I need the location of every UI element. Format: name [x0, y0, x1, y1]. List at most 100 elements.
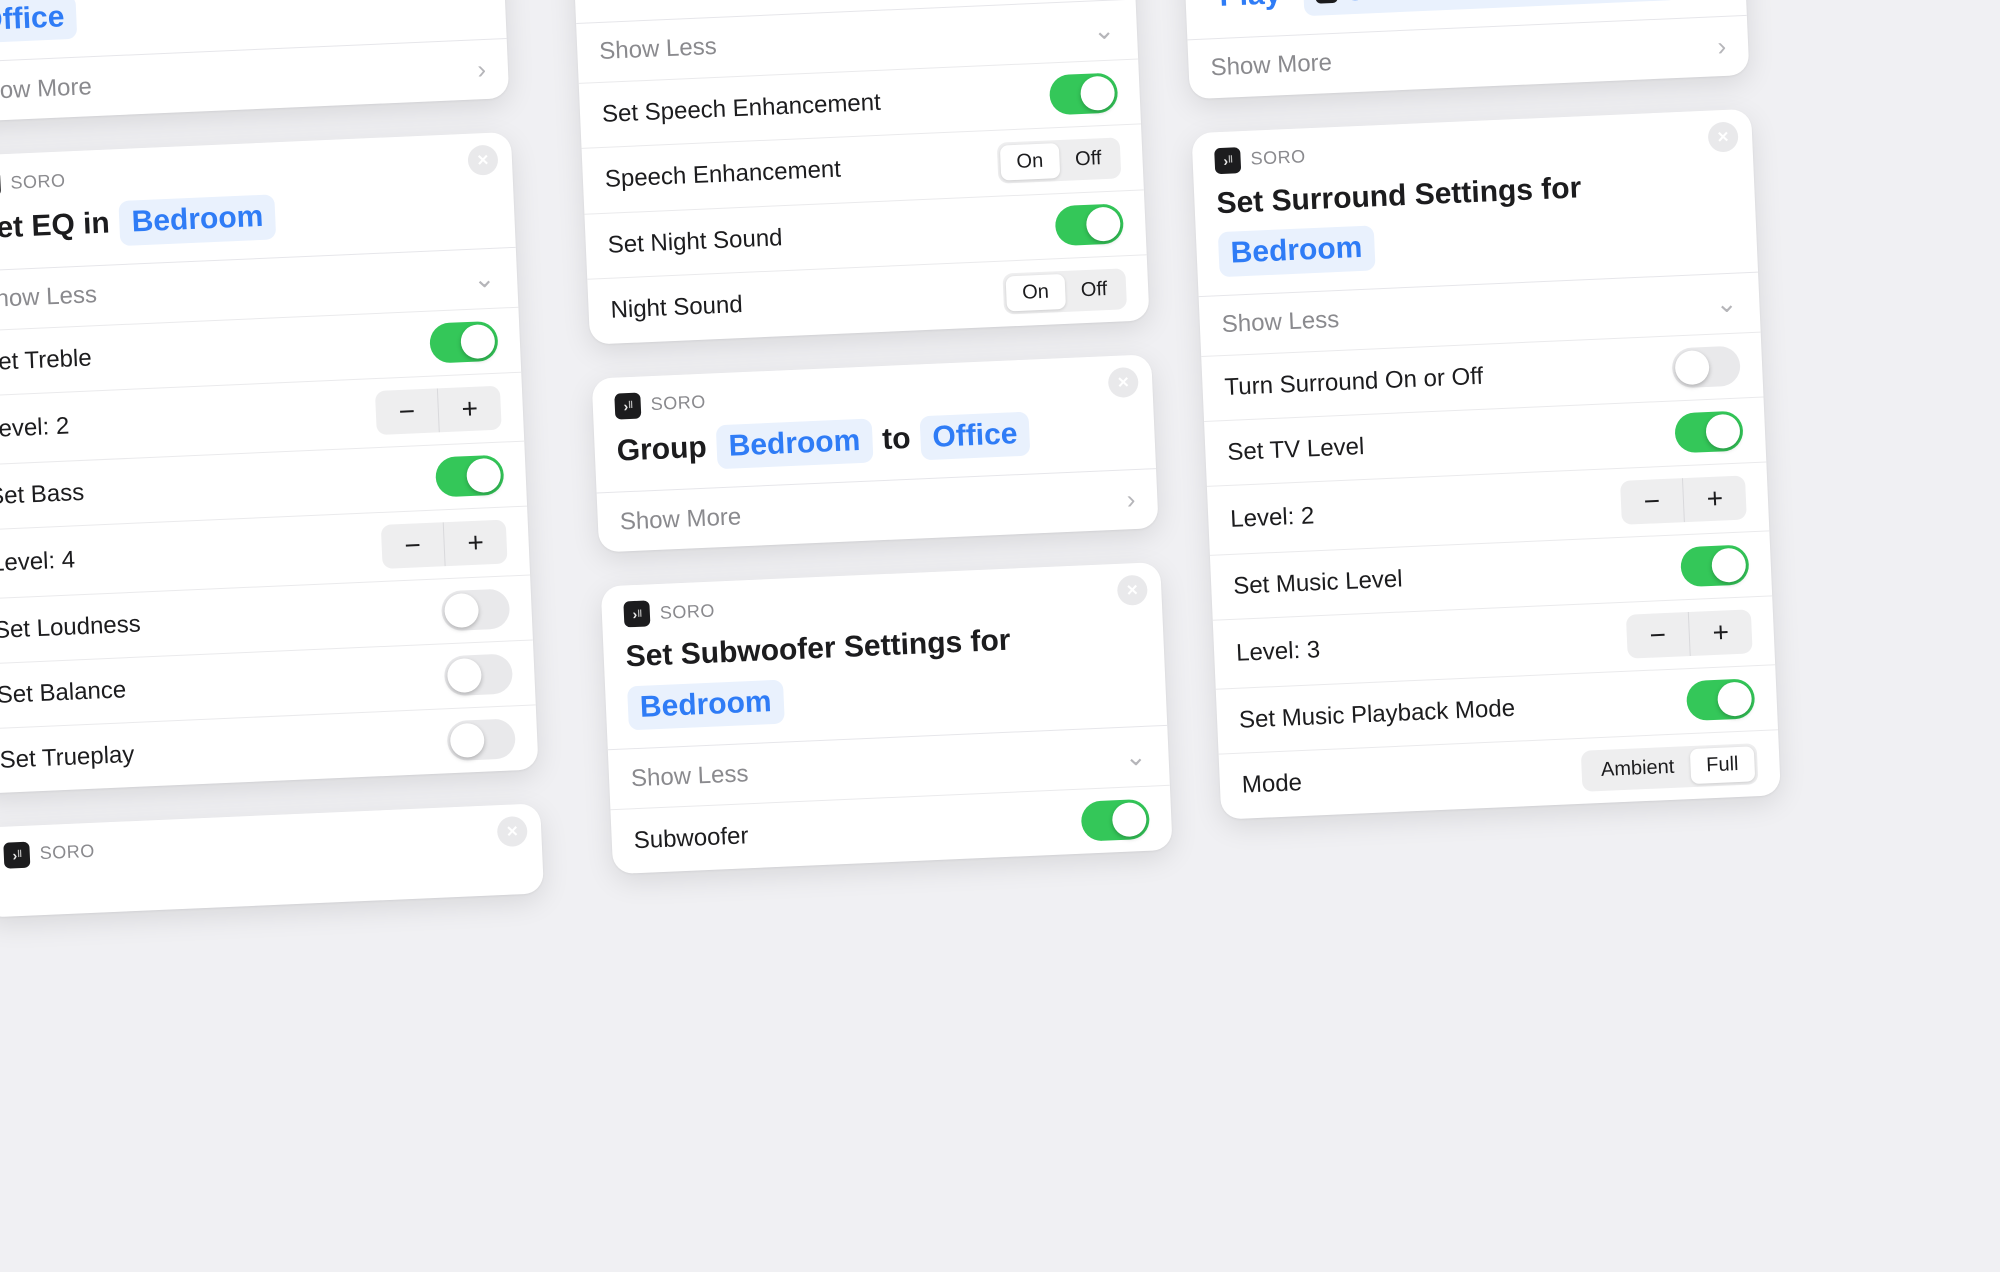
show-less-label: Show Less	[0, 281, 97, 314]
show-more-label: Show More	[0, 73, 92, 106]
card-set-eq: SORO Set EQ in Bedroom Show Less ⌄ Set T…	[0, 132, 539, 793]
token-room[interactable]: Bedroom	[119, 194, 276, 245]
token-target[interactable]: Sonos Room or Group	[1302, 0, 1679, 16]
seg-off[interactable]: Off	[1058, 140, 1118, 178]
token-room[interactable]: Bedroom	[716, 418, 873, 469]
stepper-plus[interactable]: +	[1683, 475, 1747, 522]
card-tv-sound: SORO Set TV Sound Settings in Office Sho…	[571, 0, 1150, 344]
card-title: Play Sonos Room or Group	[1207, 0, 1724, 20]
chevron-down-icon: ⌄	[1715, 287, 1738, 319]
chevron-right-icon: ›	[1126, 484, 1136, 515]
toggle-set-balance[interactable]	[444, 653, 514, 696]
title-text: Set EQ in	[0, 204, 111, 250]
toggle-surround-onoff[interactable]	[1671, 345, 1741, 388]
toggle-set-speech[interactable]	[1049, 72, 1119, 115]
stepper-plus[interactable]: +	[444, 519, 508, 566]
seg-on[interactable]: On	[1006, 273, 1066, 311]
stepper-tv: − +	[1620, 475, 1747, 524]
segmented-night: On Off	[1002, 268, 1127, 314]
row-label: Set Music Playback Mode	[1238, 694, 1515, 734]
app-mini-icon	[1315, 0, 1338, 4]
segmented-mode: Ambient Full	[1581, 743, 1758, 792]
app-icon	[0, 170, 1, 197]
app-icon	[1214, 147, 1241, 174]
toggle-set-tv-level[interactable]	[1674, 410, 1744, 453]
title-text: Set TV Sound Settings in	[595, 0, 953, 2]
chevron-down-icon: ⌄	[473, 262, 496, 294]
toggle-subwoofer[interactable]	[1081, 799, 1151, 842]
app-icon	[623, 600, 650, 627]
row-label: Subwoofer	[633, 822, 749, 855]
row-label: Night Sound	[610, 291, 743, 325]
stepper-treble: − +	[375, 385, 502, 434]
row-label: Level: 4	[0, 546, 76, 578]
app-icon	[614, 392, 641, 419]
row-label: Set Speech Enhancement	[601, 88, 881, 128]
seg-full[interactable]: Full	[1690, 746, 1756, 784]
row-label: Set Trueplay	[0, 740, 135, 774]
row-label: Turn Surround On or Off	[1224, 362, 1484, 401]
stepper-music: − +	[1626, 609, 1753, 658]
segmented-speech: On Off	[997, 137, 1122, 183]
title-text: Group	[616, 427, 708, 471]
card-title: Set Surround Settings for Bedroom	[1216, 161, 1736, 276]
row-label: Set Bass	[0, 478, 85, 510]
stepper-bass: − +	[381, 519, 508, 568]
row-label: Set Night Sound	[607, 224, 783, 260]
stepper-plus[interactable]: +	[1689, 609, 1753, 656]
card-title: Load J. Church Essentials to Office	[0, 0, 484, 44]
stepper-minus[interactable]: −	[381, 522, 445, 569]
token-room[interactable]: Office	[920, 411, 1031, 460]
card-title: Set EQ in Bedroom	[0, 185, 493, 252]
card-title: Group Bedroom to Office	[616, 407, 1133, 474]
seg-on[interactable]: On	[1000, 143, 1060, 181]
show-more-label: Show More	[619, 503, 741, 536]
canvas: SORO Load J. Church Essentials to Office…	[0, 0, 2000, 1272]
chevron-down-icon: ⌄	[1092, 14, 1115, 46]
card-subwoofer: SORO Set Subwoofer Settings for Bedroom …	[601, 562, 1173, 874]
toggle-set-bass[interactable]	[435, 454, 505, 497]
row-label: Set TV Level	[1227, 433, 1365, 467]
app-icon	[3, 841, 30, 868]
column-3: Show More › SORO Play Sonos Room or Grou…	[1178, 0, 1782, 853]
column-2: SORO Set TV Sound Settings in Office Sho…	[571, 0, 1174, 908]
toggle-set-treble[interactable]	[429, 320, 499, 363]
token-room[interactable]: Office	[0, 0, 77, 44]
app-name-label: SORO	[10, 170, 66, 193]
chevron-down-icon: ⌄	[1124, 741, 1147, 773]
row-label: Level: 2	[1230, 502, 1315, 534]
stepper-minus[interactable]: −	[1626, 612, 1690, 659]
chevron-right-icon: ›	[1717, 30, 1727, 61]
row-label: Set Balance	[0, 676, 127, 710]
toggle-set-playback-mode[interactable]	[1686, 678, 1756, 721]
seg-off[interactable]: Off	[1064, 271, 1124, 309]
row-label: Set Loudness	[0, 610, 141, 644]
show-less-label: Show Less	[1221, 306, 1340, 339]
app-name-label: SORO	[650, 392, 706, 415]
stepper-plus[interactable]: +	[438, 385, 502, 432]
toggle-set-loudness[interactable]	[441, 588, 511, 631]
card-group: SORO Group Bedroom to Office Show More ›	[592, 354, 1159, 553]
stepper-minus[interactable]: −	[375, 388, 439, 435]
stepper-minus[interactable]: −	[1620, 478, 1684, 525]
toggle-set-night[interactable]	[1054, 203, 1124, 246]
toggle-set-trueplay[interactable]	[446, 718, 516, 761]
row-label: Level: 3	[1236, 636, 1321, 668]
title-text: Set Surround Settings for	[1216, 168, 1582, 224]
card-partial: SORO	[0, 803, 544, 917]
seg-ambient[interactable]: Ambient	[1584, 749, 1691, 789]
token-action[interactable]: Play	[1207, 0, 1295, 20]
card-load-playlist: SORO Load J. Church Essentials to Office…	[0, 0, 509, 122]
card-surround: SORO Set Surround Settings for Bedroom S…	[1191, 108, 1780, 819]
show-more-label: Show More	[1210, 49, 1332, 82]
app-name-label: SORO	[1250, 146, 1306, 169]
card-play: SORO Play Sonos Room or Group Show More …	[1182, 0, 1749, 99]
row-label: Mode	[1241, 769, 1302, 800]
token-target-label: Sonos Room or Group	[1344, 0, 1667, 12]
title-text: Set Subwoofer Settings for	[625, 621, 1011, 678]
title-text: to	[881, 418, 911, 460]
card-title: Set Subwoofer Settings for Bedroom	[625, 615, 1145, 730]
toggle-set-music-level[interactable]	[1680, 544, 1750, 587]
token-room[interactable]: Bedroom	[1218, 225, 1375, 276]
token-room[interactable]: Bedroom	[627, 679, 784, 730]
